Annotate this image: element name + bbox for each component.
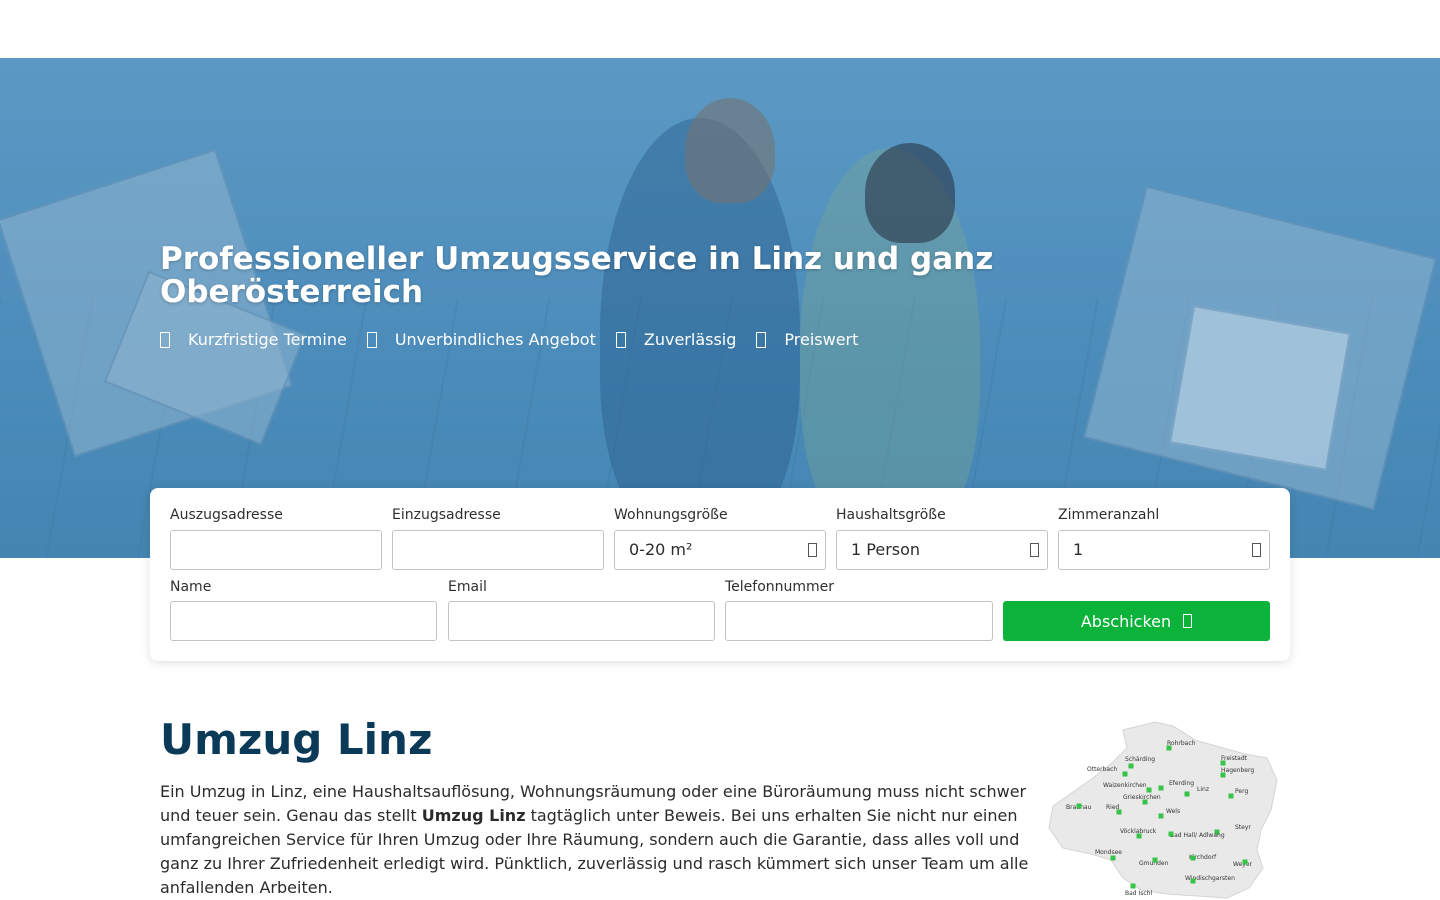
map-city-label: Bad Ischl xyxy=(1125,890,1153,897)
check-icon xyxy=(756,331,767,348)
check-icon xyxy=(615,331,626,348)
name-field: Name xyxy=(170,578,437,641)
einzugsadresse-field: Einzugsadresse xyxy=(392,506,604,570)
map-city-marker xyxy=(1190,855,1196,861)
intro-text-bold: Umzug Linz xyxy=(421,806,526,825)
feature-label: Preiswert xyxy=(784,330,859,349)
map-city-marker xyxy=(1228,793,1234,799)
intro-paragraph: Ein Umzug in Linz, eine Haushaltsauflösu… xyxy=(160,780,1040,900)
map-city-marker xyxy=(1130,883,1136,889)
map-city-marker xyxy=(1220,772,1226,778)
haushaltsgroesse-field: Haushaltsgröße 1 Person xyxy=(836,506,1048,570)
einzugsadresse-input[interactable] xyxy=(392,530,604,570)
hero-section: Professioneller Umzugsservice in Linz un… xyxy=(0,58,1440,558)
quote-request-form: Auszugsadresse Einzugsadresse Wohnungsgr… xyxy=(150,488,1290,661)
check-icon xyxy=(366,331,377,348)
top-navigation-bar xyxy=(0,0,1440,58)
map-city-marker xyxy=(1116,809,1122,815)
zimmeranzahl-field: Zimmeranzahl 1 xyxy=(1058,506,1270,570)
haushaltsgroesse-select[interactable]: 1 Person xyxy=(836,530,1048,570)
auszugsadresse-label: Auszugsadresse xyxy=(170,507,283,523)
map-city-marker xyxy=(1136,833,1142,839)
map-city-marker xyxy=(1142,799,1148,805)
chevron-down-icon xyxy=(1252,543,1261,557)
map-city-label: Schärding xyxy=(1125,756,1155,763)
hero-feature-list: Kurzfristige Termine Unverbindliches Ang… xyxy=(160,330,878,349)
map-city-marker xyxy=(1220,760,1226,766)
auszugsadresse-input[interactable] xyxy=(170,530,382,570)
hero-title: Professioneller Umzugsservice in Linz un… xyxy=(160,241,994,310)
auszugsadresse-field: Auszugsadresse xyxy=(170,506,382,570)
email-label: Email xyxy=(448,579,487,595)
telefonnummer-input[interactable] xyxy=(725,601,993,641)
map-city-marker xyxy=(1158,813,1164,819)
map-city-label: Bad Hall/ Adlwang xyxy=(1170,832,1225,839)
upper-austria-map: RohrbachFreistadtSchärdingHagenbergOtter… xyxy=(1048,721,1278,899)
feature-label: Unverbindliches Angebot xyxy=(394,330,596,349)
map-city-marker xyxy=(1128,763,1134,769)
map-city-label: Waizenkirchen xyxy=(1103,782,1147,789)
einzugsadresse-label: Einzugsadresse xyxy=(392,507,501,523)
wohnungsgroesse-select[interactable]: 0-20 m² xyxy=(614,530,826,570)
telefonnummer-field: Telefonnummer xyxy=(725,578,993,641)
submit-button[interactable]: Abschicken xyxy=(1003,601,1270,641)
map-city-marker xyxy=(1166,745,1172,751)
map-city-marker xyxy=(1184,791,1190,797)
map-city-marker xyxy=(1158,785,1164,791)
arrow-right-icon xyxy=(1183,614,1193,628)
map-city-marker xyxy=(1122,771,1128,777)
wohnungsgroesse-value: 0-20 m² xyxy=(629,540,693,559)
feature-item-angebot: Unverbindliches Angebot xyxy=(366,330,596,349)
haushaltsgroesse-label: Haushaltsgröße xyxy=(836,507,946,523)
feature-label: Zuverlässig xyxy=(643,330,737,349)
map-city-label: Eferding xyxy=(1169,780,1194,787)
map-city-marker xyxy=(1152,857,1158,863)
feature-item-termine: Kurzfristige Termine xyxy=(160,330,347,349)
submit-button-label: Abschicken xyxy=(1080,611,1172,631)
map-city-marker xyxy=(1076,803,1082,809)
map-city-marker xyxy=(1110,855,1116,861)
email-input[interactable] xyxy=(448,601,715,641)
map-city-marker xyxy=(1190,878,1196,884)
haushaltsgroesse-value: 1 Person xyxy=(851,540,921,559)
telefonnummer-label: Telefonnummer xyxy=(725,579,835,595)
zimmeranzahl-select[interactable]: 1 xyxy=(1058,530,1270,570)
wohnungsgroesse-field: Wohnungsgröße 0-20 m² xyxy=(614,506,826,570)
check-icon xyxy=(160,331,170,348)
map-city-marker xyxy=(1242,859,1248,865)
map-city-label: Steyr xyxy=(1235,824,1251,831)
feature-item-zuverlaessig: Zuverlässig xyxy=(615,330,737,349)
name-input[interactable] xyxy=(170,601,437,641)
feature-item-preiswert: Preiswert xyxy=(756,330,858,349)
map-city-marker xyxy=(1146,787,1152,793)
map-city-label: Otterbach xyxy=(1087,766,1117,773)
section-title: Umzug Linz xyxy=(160,715,433,764)
map-city-label: Linz xyxy=(1197,786,1209,793)
zimmeranzahl-value: 1 xyxy=(1073,540,1084,559)
map-city-label: Wels xyxy=(1166,808,1180,815)
name-label: Name xyxy=(170,579,212,595)
zimmeranzahl-label: Zimmeranzahl xyxy=(1058,507,1160,523)
map-city-label: Perg xyxy=(1235,788,1248,795)
feature-label: Kurzfristige Termine xyxy=(188,330,347,349)
map-city-label: Grieskirchen xyxy=(1123,794,1161,801)
map-city-label: Mondsee xyxy=(1095,849,1122,856)
chevron-down-icon xyxy=(1030,543,1039,557)
wohnungsgroesse-label: Wohnungsgröße xyxy=(614,507,728,523)
chevron-down-icon xyxy=(808,543,817,557)
email-field: Email xyxy=(448,578,715,641)
map-city-marker xyxy=(1168,831,1174,837)
map-city-label: Hagenberg xyxy=(1221,767,1254,774)
